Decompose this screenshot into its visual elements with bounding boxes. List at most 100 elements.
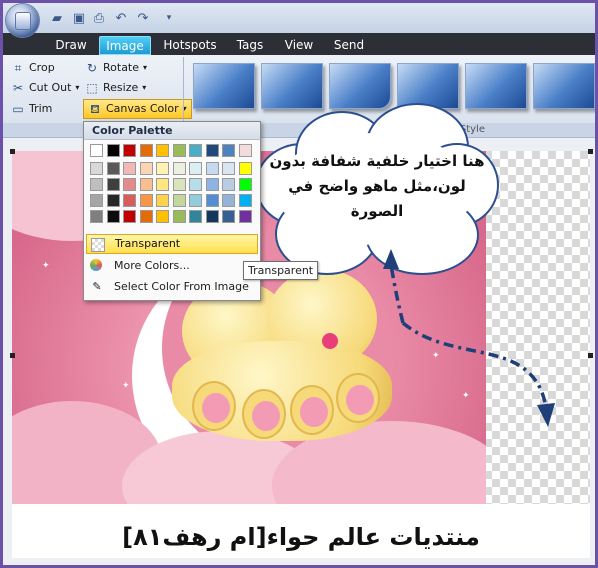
crop-icon: ⌗ [14, 61, 22, 75]
color-swatch[interactable] [205, 178, 219, 191]
tab-hotspots[interactable]: Hotspots [159, 36, 221, 55]
color-swatch[interactable] [238, 144, 252, 157]
color-swatch[interactable] [139, 178, 153, 191]
cut-out-button[interactable]: ✂ Cut Out ▾ [11, 79, 79, 97]
color-palette-dropdown: Color Palette Transparent More Colors...… [83, 121, 261, 301]
tab-send[interactable]: Send [327, 36, 371, 55]
select-from-image-label: Select Color From Image [114, 280, 249, 293]
bear-paw [242, 389, 286, 439]
style-thumbnail[interactable] [533, 63, 595, 109]
rotate-icon: ↻ [86, 61, 98, 75]
tab-draw[interactable]: Draw [48, 36, 94, 55]
color-swatch[interactable] [139, 210, 153, 223]
color-swatch[interactable] [90, 194, 103, 207]
color-swatch[interactable] [123, 162, 136, 175]
paw-pad [202, 393, 230, 423]
color-swatch[interactable] [189, 194, 202, 207]
open-folder-icon[interactable]: ▰ [49, 10, 65, 26]
resize-handle[interactable] [588, 353, 593, 358]
resize-handle[interactable] [10, 353, 15, 358]
trim-icon: ▭ [12, 102, 24, 116]
save-icon[interactable]: ▣ [71, 10, 87, 26]
trim-button[interactable]: ▭ Trim [11, 100, 52, 118]
star-icon: ✦ [42, 261, 50, 271]
color-swatch[interactable] [172, 210, 186, 223]
color-swatch[interactable] [222, 194, 235, 207]
tab-view[interactable]: View [279, 36, 319, 55]
color-swatch[interactable] [189, 162, 202, 175]
color-swatch[interactable] [238, 210, 252, 223]
color-swatch[interactable] [123, 178, 136, 191]
redo-icon[interactable]: ↷ [135, 10, 151, 26]
color-swatch[interactable] [106, 162, 120, 175]
ribbon-tabs: Draw Image Hotspots Tags View Send [3, 33, 595, 55]
color-swatch[interactable] [106, 194, 120, 207]
color-swatch[interactable] [106, 178, 120, 191]
rose-icon [322, 333, 338, 349]
color-swatch[interactable] [156, 178, 169, 191]
color-swatch[interactable] [139, 194, 153, 207]
color-swatch[interactable] [222, 144, 235, 157]
color-swatch[interactable] [189, 144, 202, 157]
color-swatch[interactable] [172, 162, 186, 175]
color-swatch[interactable] [238, 162, 252, 175]
color-swatch[interactable] [90, 144, 103, 157]
color-swatch[interactable] [90, 162, 103, 175]
color-swatch[interactable] [90, 178, 103, 191]
color-swatch[interactable] [90, 210, 103, 223]
trim-label: Trim [29, 102, 53, 115]
crop-button[interactable]: ⌗ Crop [11, 59, 55, 77]
forum-caption: منتديات عالم حواء[ام رهف٨١] [122, 523, 480, 551]
color-swatch[interactable] [123, 144, 136, 157]
color-swatch[interactable] [238, 194, 252, 207]
star-icon: ✦ [462, 391, 470, 401]
color-swatch[interactable] [156, 194, 169, 207]
style-thumbnail[interactable] [193, 63, 255, 109]
color-swatch[interactable] [172, 194, 186, 207]
print-icon[interactable]: ⎙ [91, 10, 107, 26]
callout-cloud: هنا اختيار خلفية شفافة بدون لون،مثل ماهو… [255, 103, 499, 275]
color-swatch[interactable] [123, 194, 136, 207]
tab-tags[interactable]: Tags [229, 36, 271, 55]
color-swatch[interactable] [106, 210, 120, 223]
color-swatch[interactable] [238, 178, 252, 191]
bear-paw [336, 373, 380, 423]
color-swatch[interactable] [156, 210, 169, 223]
tab-image[interactable]: Image [99, 36, 151, 55]
color-swatch[interactable] [156, 144, 169, 157]
color-swatch[interactable] [205, 194, 219, 207]
transparent-label: Transparent [115, 237, 181, 250]
color-swatch[interactable] [139, 144, 153, 157]
menu-item-transparent[interactable]: Transparent [86, 234, 258, 254]
color-swatch[interactable] [172, 178, 186, 191]
color-swatch[interactable] [205, 144, 219, 157]
color-swatch[interactable] [156, 162, 169, 175]
color-swatch[interactable] [222, 210, 235, 223]
customize-toolbar-icon[interactable]: ▾ [161, 10, 177, 26]
resize-handle[interactable] [588, 149, 593, 154]
rotate-button[interactable]: ↻ Rotate ▾ [85, 59, 147, 77]
resize-handle[interactable] [10, 149, 15, 154]
paw-pad [300, 397, 328, 427]
menu-item-select-from-image[interactable]: ✎ Select Color From Image [86, 277, 258, 297]
cut-out-icon: ✂ [12, 81, 24, 95]
canvas-color-button[interactable]: ⛾ Canvas Color ▾ [83, 99, 192, 119]
color-swatch[interactable] [205, 162, 219, 175]
color-swatch[interactable] [222, 162, 235, 175]
color-swatch[interactable] [189, 178, 202, 191]
color-swatch[interactable] [222, 178, 235, 191]
undo-icon[interactable]: ↶ [113, 10, 129, 26]
resize-label: Resize [103, 81, 139, 94]
menu-item-more-colors[interactable]: More Colors... [86, 256, 258, 276]
color-swatch[interactable] [123, 210, 136, 223]
color-swatch[interactable] [106, 144, 120, 157]
resize-button[interactable]: ⬚ Resize ▾ [85, 79, 146, 97]
color-swatch[interactable] [189, 210, 202, 223]
color-swatch[interactable] [205, 210, 219, 223]
canvas-color-label: Canvas Color [106, 102, 179, 115]
color-swatch[interactable] [139, 162, 153, 175]
application-menu-button[interactable] [6, 4, 39, 37]
color-swatch[interactable] [172, 144, 186, 157]
transparent-icon [91, 238, 105, 252]
crop-label: Crop [29, 61, 55, 74]
